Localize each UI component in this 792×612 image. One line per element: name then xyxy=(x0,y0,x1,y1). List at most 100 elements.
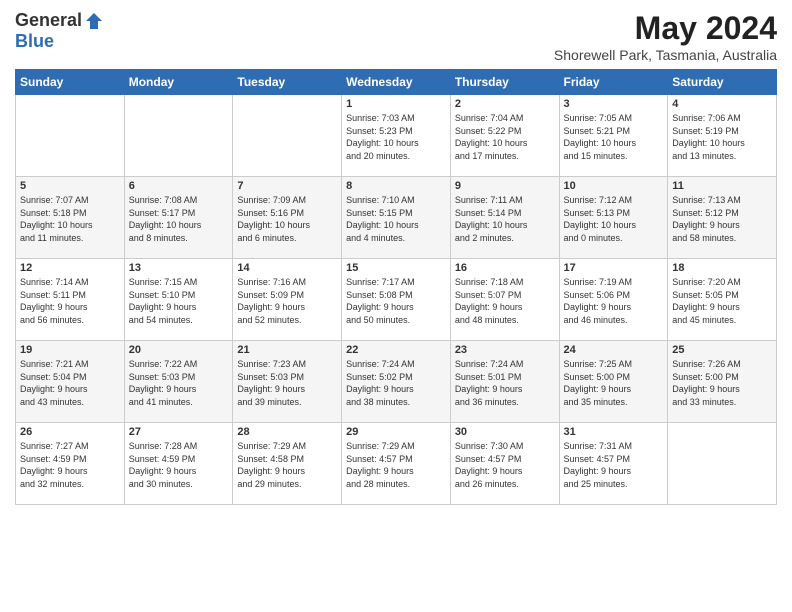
calendar-header-saturday: Saturday xyxy=(668,70,777,95)
day-info: Sunrise: 7:05 AM Sunset: 5:21 PM Dayligh… xyxy=(564,112,664,162)
day-info: Sunrise: 7:13 AM Sunset: 5:12 PM Dayligh… xyxy=(672,194,772,244)
day-number: 18 xyxy=(672,262,772,274)
calendar-cell: 24 Sunrise: 7:25 AM Sunset: 5:00 PM Dayli… xyxy=(559,341,668,423)
calendar-week-4: 19 Sunrise: 7:21 AM Sunset: 5:04 PM Dayli… xyxy=(16,341,777,423)
calendar-cell: 14 Sunrise: 7:16 AM Sunset: 5:09 PM Dayli… xyxy=(233,259,342,341)
calendar-cell xyxy=(124,95,233,177)
calendar-cell: 8Sunrise: 7:10 AM Sunset: 5:15 PM Daylig… xyxy=(342,177,451,259)
day-number: 16 xyxy=(455,262,555,274)
subtitle: Shorewell Park, Tasmania, Australia xyxy=(554,47,777,63)
day-number: 24 xyxy=(564,344,664,356)
logo-blue-text: Blue xyxy=(15,31,54,51)
day-number: 21 xyxy=(237,344,337,356)
day-number: 2 xyxy=(455,98,555,110)
title-block: May 2024 Shorewell Park, Tasmania, Austr… xyxy=(554,10,777,63)
calendar-cell: 12 Sunrise: 7:14 AM Sunset: 5:11 PM Dayli… xyxy=(16,259,125,341)
day-info: Sunrise: 7:03 AM Sunset: 5:23 PM Dayligh… xyxy=(346,112,446,162)
day-info: Sunrise: 7:29 AM Sunset: 4:57 PM Dayligh… xyxy=(346,440,446,490)
calendar-cell: 5 Sunrise: 7:07 AM Sunset: 5:18 PM Daylig… xyxy=(16,177,125,259)
calendar-header-row: SundayMondayTuesdayWednesdayThursdayFrid… xyxy=(16,70,777,95)
calendar-header-wednesday: Wednesday xyxy=(342,70,451,95)
day-number: 19 xyxy=(20,344,120,356)
day-number: 4 xyxy=(672,98,772,110)
calendar-header-monday: Monday xyxy=(124,70,233,95)
day-number: 6 xyxy=(129,180,229,192)
calendar-week-2: 5 Sunrise: 7:07 AM Sunset: 5:18 PM Daylig… xyxy=(16,177,777,259)
day-number: 14 xyxy=(237,262,337,274)
calendar-header-tuesday: Tuesday xyxy=(233,70,342,95)
calendar-cell: 6 Sunrise: 7:08 AM Sunset: 5:17 PM Daylig… xyxy=(124,177,233,259)
calendar-cell: 18 Sunrise: 7:20 AM Sunset: 5:05 PM Dayli… xyxy=(668,259,777,341)
day-number: 8 xyxy=(346,180,446,192)
day-info: Sunrise: 7:06 AM Sunset: 5:19 PM Dayligh… xyxy=(672,112,772,162)
day-info: Sunrise: 7:31 AM Sunset: 4:57 PM Dayligh… xyxy=(564,440,664,490)
calendar-cell: 30 Sunrise: 7:30 AM Sunset: 4:57 PM Dayli… xyxy=(450,423,559,505)
day-info: Sunrise: 7:08 AM Sunset: 5:17 PM Dayligh… xyxy=(129,194,229,244)
day-number: 23 xyxy=(455,344,555,356)
calendar-cell: 21 Sunrise: 7:23 AM Sunset: 5:03 PM Dayli… xyxy=(233,341,342,423)
day-number: 12 xyxy=(20,262,120,274)
day-info: Sunrise: 7:07 AM Sunset: 5:18 PM Dayligh… xyxy=(20,194,120,244)
day-info: Sunrise: 7:23 AM Sunset: 5:03 PM Dayligh… xyxy=(237,358,337,408)
calendar-cell: 26 Sunrise: 7:27 AM Sunset: 4:59 PM Dayli… xyxy=(16,423,125,505)
day-info: Sunrise: 7:27 AM Sunset: 4:59 PM Dayligh… xyxy=(20,440,120,490)
day-number: 9 xyxy=(455,180,555,192)
calendar-cell: 23Sunrise: 7:24 AM Sunset: 5:01 PM Dayli… xyxy=(450,341,559,423)
day-info: Sunrise: 7:16 AM Sunset: 5:09 PM Dayligh… xyxy=(237,276,337,326)
calendar-week-3: 12 Sunrise: 7:14 AM Sunset: 5:11 PM Dayli… xyxy=(16,259,777,341)
day-info: Sunrise: 7:20 AM Sunset: 5:05 PM Dayligh… xyxy=(672,276,772,326)
calendar-cell xyxy=(16,95,125,177)
day-number: 25 xyxy=(672,344,772,356)
calendar-cell: 15 Sunrise: 7:17 AM Sunset: 5:08 PM Dayli… xyxy=(342,259,451,341)
calendar-cell: 2 Sunrise: 7:04 AM Sunset: 5:22 PM Daylig… xyxy=(450,95,559,177)
page: General Blue May 2024 Shorewell Park, Ta… xyxy=(0,0,792,612)
logo: General Blue xyxy=(15,10,104,52)
day-info: Sunrise: 7:26 AM Sunset: 5:00 PM Dayligh… xyxy=(672,358,772,408)
day-number: 11 xyxy=(672,180,772,192)
calendar-header-friday: Friday xyxy=(559,70,668,95)
day-info: Sunrise: 7:19 AM Sunset: 5:06 PM Dayligh… xyxy=(564,276,664,326)
logo-general-text: General xyxy=(15,10,82,31)
day-info: Sunrise: 7:21 AM Sunset: 5:04 PM Dayligh… xyxy=(20,358,120,408)
calendar-cell: 25 Sunrise: 7:26 AM Sunset: 5:00 PM Dayli… xyxy=(668,341,777,423)
calendar-week-1: 1 Sunrise: 7:03 AM Sunset: 5:23 PM Daylig… xyxy=(16,95,777,177)
day-info: Sunrise: 7:17 AM Sunset: 5:08 PM Dayligh… xyxy=(346,276,446,326)
calendar-cell: 28Sunrise: 7:29 AM Sunset: 4:58 PM Dayli… xyxy=(233,423,342,505)
calendar-week-5: 26 Sunrise: 7:27 AM Sunset: 4:59 PM Dayli… xyxy=(16,423,777,505)
calendar: SundayMondayTuesdayWednesdayThursdayFrid… xyxy=(15,69,777,505)
calendar-cell: 16 Sunrise: 7:18 AM Sunset: 5:07 PM Dayli… xyxy=(450,259,559,341)
day-number: 30 xyxy=(455,426,555,438)
day-number: 15 xyxy=(346,262,446,274)
day-info: Sunrise: 7:14 AM Sunset: 5:11 PM Dayligh… xyxy=(20,276,120,326)
day-number: 29 xyxy=(346,426,446,438)
calendar-cell: 9Sunrise: 7:11 AM Sunset: 5:14 PM Daylig… xyxy=(450,177,559,259)
day-number: 26 xyxy=(20,426,120,438)
calendar-cell: 22Sunrise: 7:24 AM Sunset: 5:02 PM Dayli… xyxy=(342,341,451,423)
calendar-cell: 17 Sunrise: 7:19 AM Sunset: 5:06 PM Dayli… xyxy=(559,259,668,341)
day-info: Sunrise: 7:30 AM Sunset: 4:57 PM Dayligh… xyxy=(455,440,555,490)
calendar-header-thursday: Thursday xyxy=(450,70,559,95)
day-info: Sunrise: 7:22 AM Sunset: 5:03 PM Dayligh… xyxy=(129,358,229,408)
day-info: Sunrise: 7:18 AM Sunset: 5:07 PM Dayligh… xyxy=(455,276,555,326)
calendar-cell: 4 Sunrise: 7:06 AM Sunset: 5:19 PM Daylig… xyxy=(668,95,777,177)
day-info: Sunrise: 7:24 AM Sunset: 5:02 PM Dayligh… xyxy=(346,358,446,408)
day-info: Sunrise: 7:15 AM Sunset: 5:10 PM Dayligh… xyxy=(129,276,229,326)
day-number: 3 xyxy=(564,98,664,110)
calendar-cell: 20 Sunrise: 7:22 AM Sunset: 5:03 PM Dayli… xyxy=(124,341,233,423)
day-number: 27 xyxy=(129,426,229,438)
day-info: Sunrise: 7:25 AM Sunset: 5:00 PM Dayligh… xyxy=(564,358,664,408)
day-number: 1 xyxy=(346,98,446,110)
calendar-cell xyxy=(668,423,777,505)
day-info: Sunrise: 7:28 AM Sunset: 4:59 PM Dayligh… xyxy=(129,440,229,490)
day-number: 20 xyxy=(129,344,229,356)
day-info: Sunrise: 7:29 AM Sunset: 4:58 PM Dayligh… xyxy=(237,440,337,490)
day-info: Sunrise: 7:09 AM Sunset: 5:16 PM Dayligh… xyxy=(237,194,337,244)
calendar-cell: 7Sunrise: 7:09 AM Sunset: 5:16 PM Daylig… xyxy=(233,177,342,259)
day-info: Sunrise: 7:04 AM Sunset: 5:22 PM Dayligh… xyxy=(455,112,555,162)
calendar-cell: 10Sunrise: 7:12 AM Sunset: 5:13 PM Dayli… xyxy=(559,177,668,259)
day-info: Sunrise: 7:12 AM Sunset: 5:13 PM Dayligh… xyxy=(564,194,664,244)
logo-icon xyxy=(84,11,104,31)
calendar-cell: 27 Sunrise: 7:28 AM Sunset: 4:59 PM Dayli… xyxy=(124,423,233,505)
day-number: 17 xyxy=(564,262,664,274)
day-number: 5 xyxy=(20,180,120,192)
